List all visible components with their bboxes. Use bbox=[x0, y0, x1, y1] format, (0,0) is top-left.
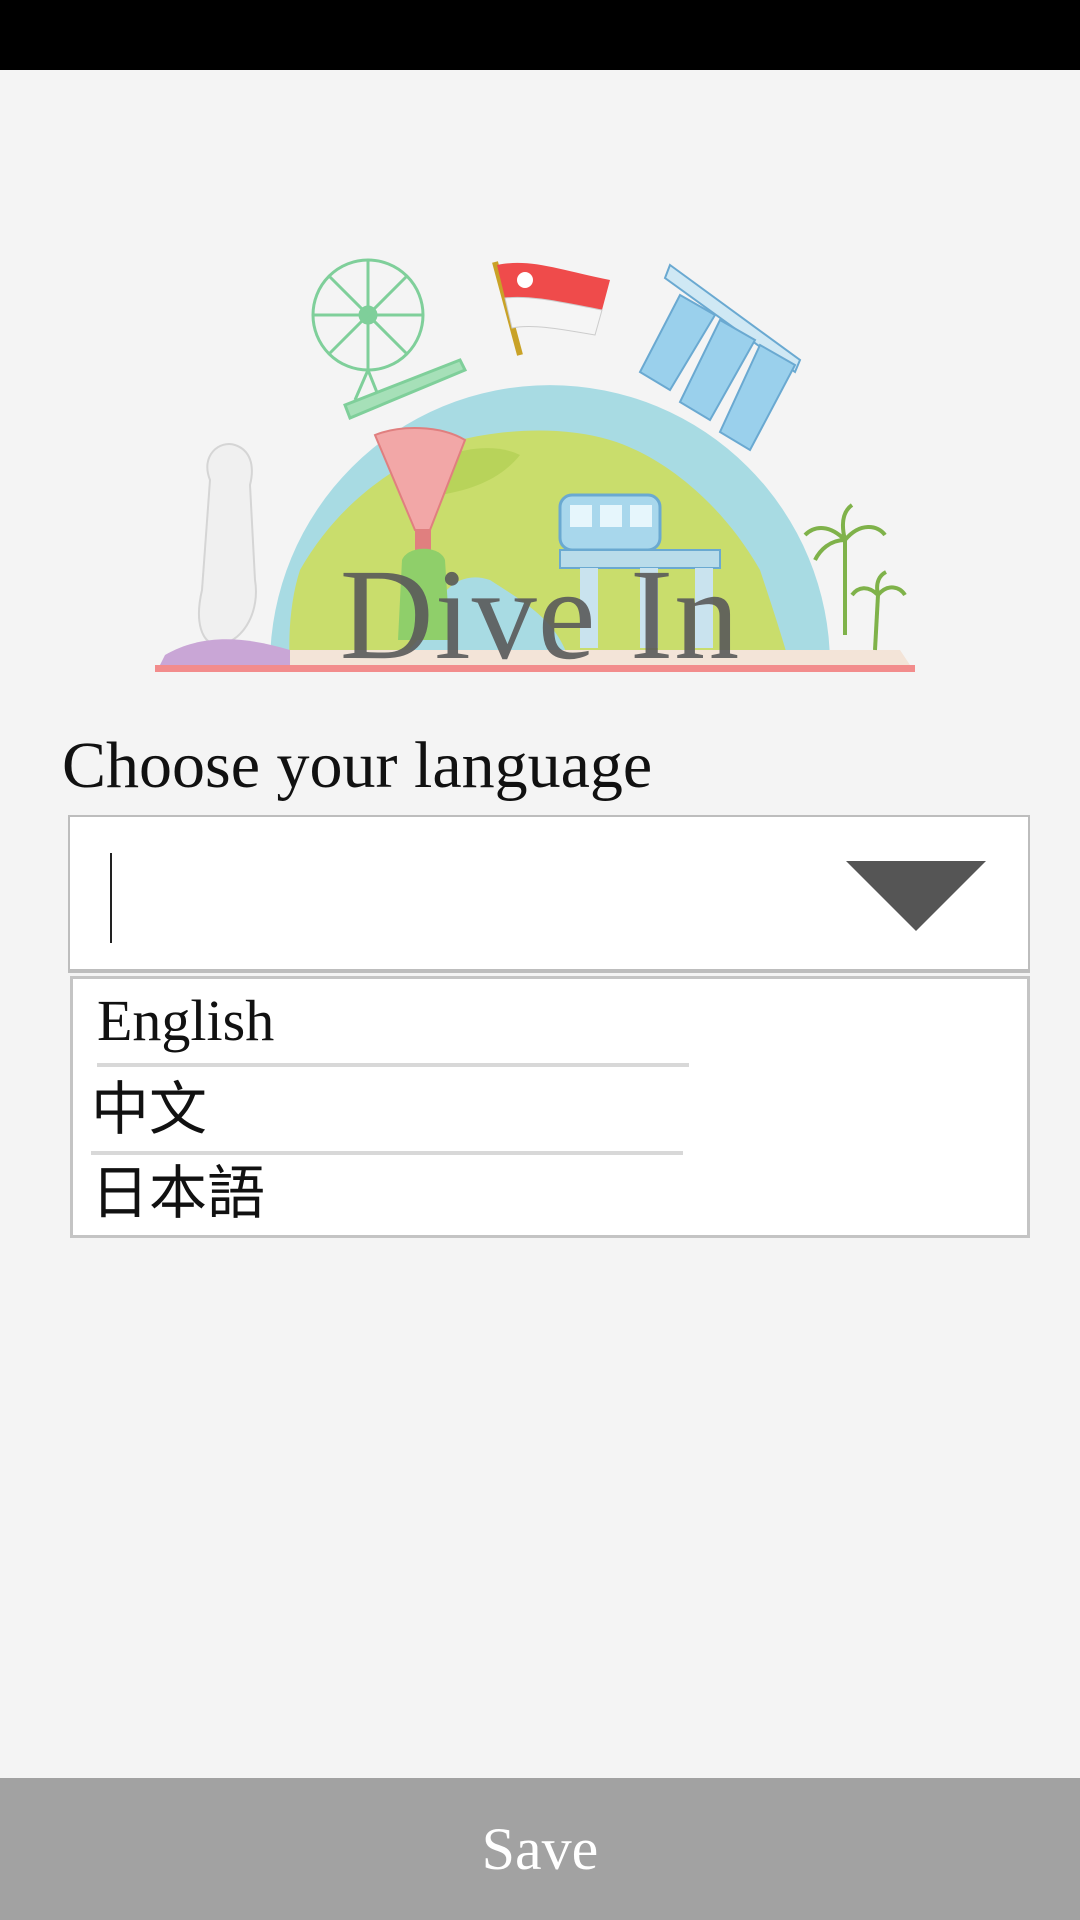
language-dropdown-list: English 中文 日本語 bbox=[70, 976, 1030, 1238]
status-bar bbox=[0, 0, 1080, 70]
app-title: Dive In bbox=[339, 543, 741, 687]
choose-language-label: Choose your language bbox=[62, 729, 653, 802]
language-input[interactable] bbox=[68, 815, 1030, 973]
save-button[interactable]: Save bbox=[0, 1778, 1080, 1920]
triangle-down-icon[interactable] bbox=[846, 861, 986, 931]
ferris-wheel bbox=[311, 258, 468, 420]
singapore-flag bbox=[492, 261, 610, 356]
text-cursor bbox=[110, 853, 112, 943]
language-option-chinese[interactable]: 中文 bbox=[91, 1067, 683, 1155]
language-option-japanese[interactable]: 日本語 bbox=[91, 1151, 683, 1235]
language-option-english[interactable]: English bbox=[97, 979, 689, 1067]
